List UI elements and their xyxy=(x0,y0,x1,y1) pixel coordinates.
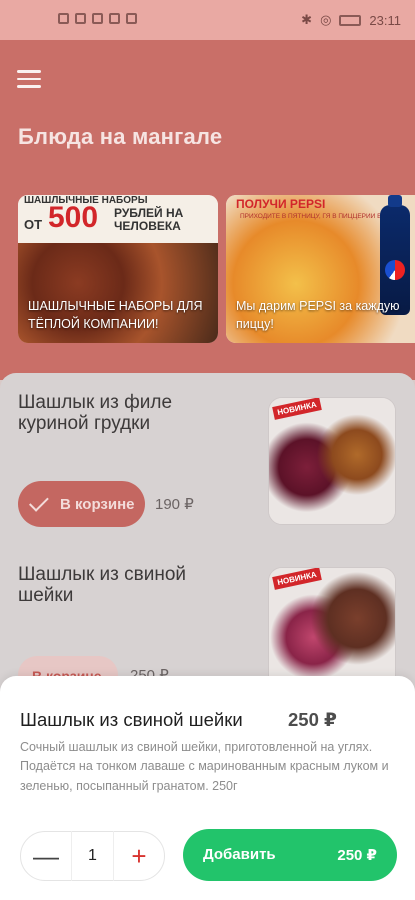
banner-ot-text: ОТ xyxy=(24,217,43,232)
item-name[interactable]: Шашлык из филе куриной грудки xyxy=(18,392,238,435)
item-photo[interactable]: НОВИНКА xyxy=(268,397,396,525)
status-right: ✱ ◎ 23:11 xyxy=(301,12,401,28)
check-icon xyxy=(28,491,49,512)
in-cart-label: В корзине xyxy=(60,495,135,513)
quantity-stepper: — 1 + xyxy=(20,831,165,881)
add-label: Добавить xyxy=(203,846,276,863)
sheet-price: 250 ₽ xyxy=(288,709,337,730)
plus-button[interactable]: + xyxy=(114,831,164,881)
status-bar: ✱ ◎ 23:11 xyxy=(0,0,415,40)
item-name[interactable]: Шашлык из свиной шейки xyxy=(18,564,238,607)
bluetooth-icon: ✱ xyxy=(301,12,313,27)
banner-caption: Мы дарим PEPSI за каждую пиццу! xyxy=(236,299,400,331)
add-button[interactable]: Добавить 250 ₽ xyxy=(183,829,397,881)
promo-banner-shashlik[interactable]: ШАШЛЫЧНЫЕ НАБОРЫ ОТ 500 РУБЛЕЙ НА ЧЕЛОВЕ… xyxy=(18,195,218,343)
add-price: 250 ₽ xyxy=(337,847,377,864)
minus-button[interactable]: — xyxy=(21,831,71,881)
status-time: 23:11 xyxy=(369,12,401,28)
promo-banner-pepsi[interactable]: ПОЛУЧИ PEPSI ПРИХОДИТЕ В ПЯТНИЦУ, ГЯ В П… xyxy=(226,195,415,343)
sheet-description: Сочный шашлык из свиной шейки, приготовл… xyxy=(20,740,389,793)
sheet-title: Шашлык из свиной шейки xyxy=(20,709,243,730)
quantity-value: 1 xyxy=(71,831,114,881)
product-bottom-sheet: Шашлык из свиной шейки 250 ₽ Сочный шашл… xyxy=(0,676,415,900)
menu-icon[interactable] xyxy=(17,70,41,88)
in-cart-button[interactable]: В корзине xyxy=(18,481,145,527)
status-notification-icons xyxy=(58,13,137,24)
banner-rub-text: РУБЛЕЙ НА ЧЕЛОВЕКА xyxy=(114,206,184,234)
banner-number: 500 xyxy=(48,201,99,234)
banner-caption: ШАШЛЫЧНЫЕ НАБОРЫ ДЛЯ ТЁПЛОЙ КОМПАНИИ! xyxy=(28,299,203,331)
battery-icon xyxy=(339,14,362,26)
location-icon: ◎ xyxy=(320,12,332,27)
item-price: 190 ₽ xyxy=(155,496,194,513)
banner-head-text: ПОЛУЧИ PEPSI xyxy=(236,197,326,211)
page-title: Блюда на мангале xyxy=(18,124,223,149)
